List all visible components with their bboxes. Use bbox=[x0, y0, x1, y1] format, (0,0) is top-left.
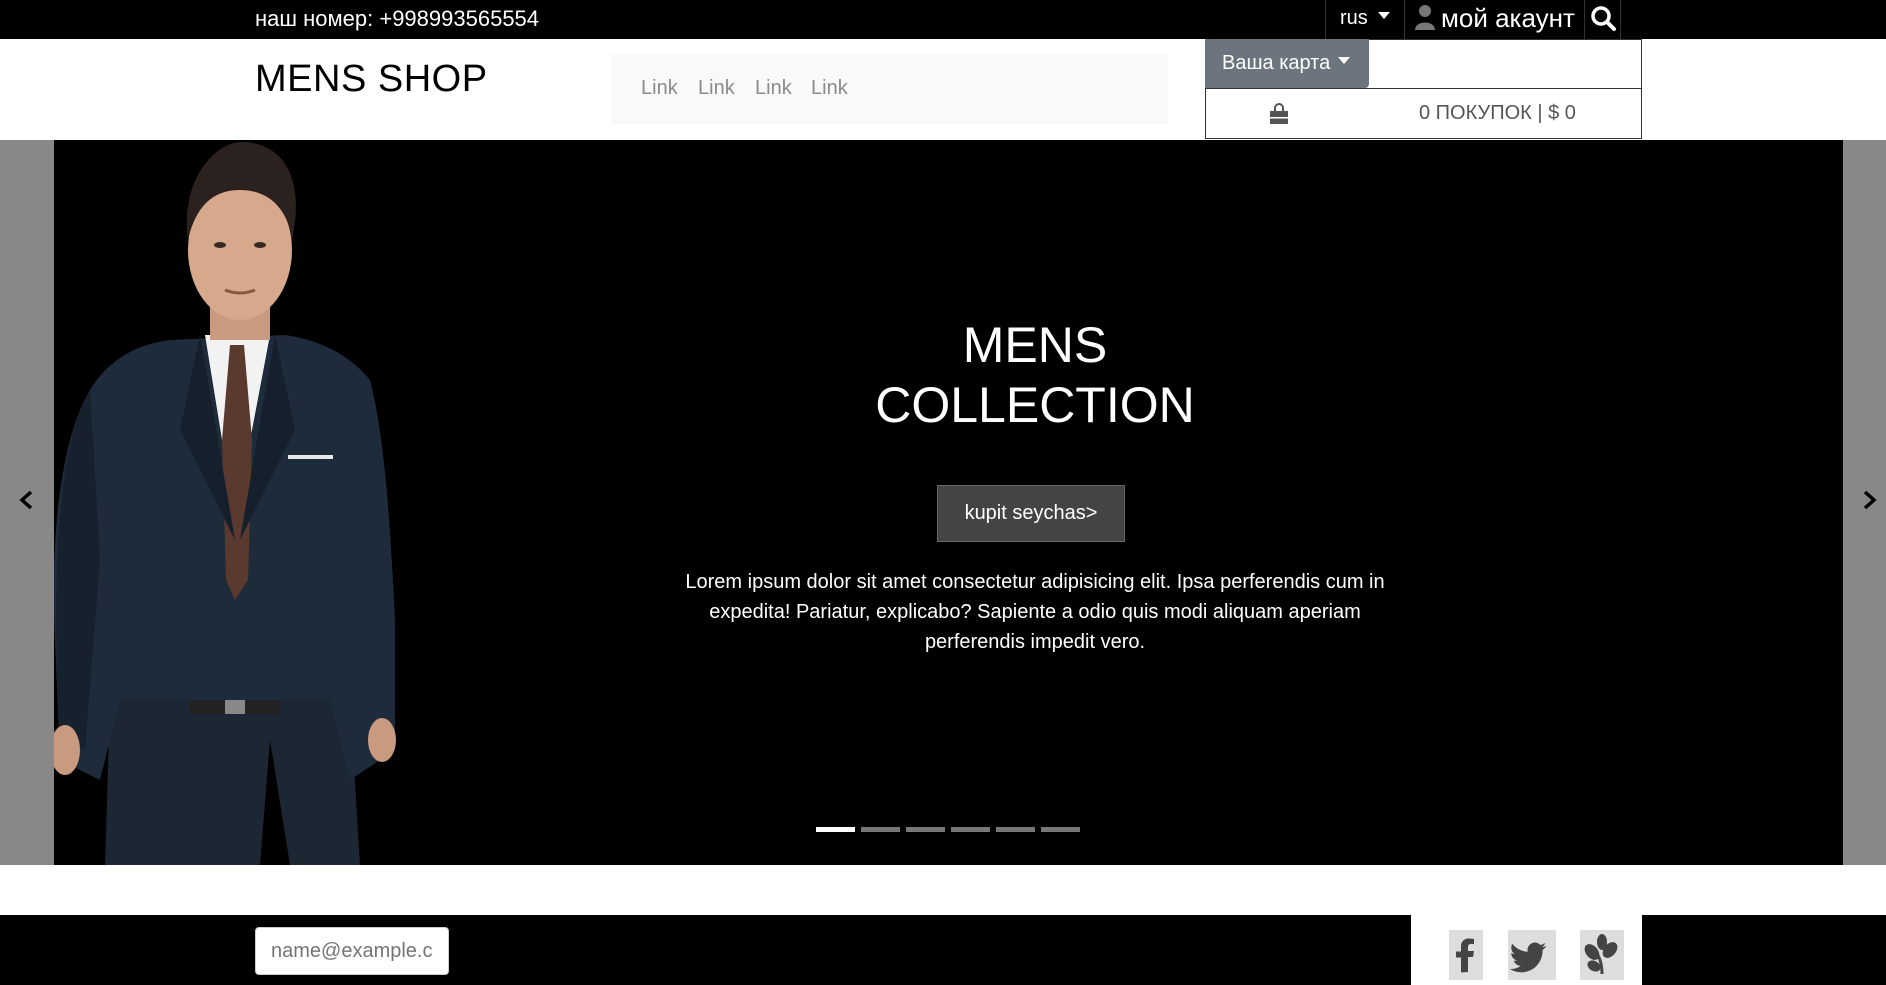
search-button[interactable] bbox=[1585, 0, 1621, 39]
carousel-indicator[interactable] bbox=[816, 827, 855, 832]
hero-title: MENS COLLECTION bbox=[590, 315, 1480, 435]
language-dropdown[interactable]: rus bbox=[1325, 0, 1405, 39]
carousel-slide: MENS COLLECTION kupit seychas> Lorem ips… bbox=[54, 140, 1843, 865]
carousel-indicator[interactable] bbox=[861, 827, 900, 832]
site-header: MENS SHOP Link Link Link Link Ваша карта… bbox=[0, 39, 1886, 140]
model-image bbox=[54, 141, 396, 865]
hero-title-line2: COLLECTION bbox=[875, 377, 1195, 433]
hero-title-line1: MENS bbox=[962, 317, 1108, 373]
carousel-indicator[interactable] bbox=[996, 827, 1035, 832]
top-bar: наш номер: +998993565554 rus мой акаунт bbox=[0, 0, 1886, 39]
cart-summary[interactable]: 0 ПОКУПОК | $ 0 bbox=[1419, 100, 1576, 126]
caret-down-icon bbox=[1338, 57, 1351, 65]
site-logo[interactable]: MENS SHOP bbox=[255, 57, 488, 101]
carousel-indicator[interactable] bbox=[951, 827, 990, 832]
chevron-right-icon[interactable] bbox=[1859, 490, 1879, 510]
cart-divider bbox=[1206, 88, 1641, 89]
chevron-left-icon[interactable] bbox=[17, 490, 37, 510]
user-icon bbox=[1415, 5, 1435, 31]
main-nav: Link Link Link Link bbox=[611, 54, 1168, 124]
shopping-bag-icon bbox=[1270, 103, 1288, 124]
carousel-indicator[interactable] bbox=[906, 827, 945, 832]
leaf-button[interactable] bbox=[1580, 930, 1624, 980]
cart-button-label: Ваша карта bbox=[1222, 52, 1331, 74]
search-icon bbox=[1591, 6, 1616, 31]
phone-number: наш номер: +998993565554 bbox=[255, 6, 540, 31]
carousel-indicator[interactable] bbox=[1041, 827, 1080, 832]
account-label: мой акаунт bbox=[1441, 3, 1575, 33]
social-links bbox=[1411, 915, 1642, 985]
cart-dropdown-button[interactable]: Ваша карта bbox=[1205, 39, 1369, 88]
site-footer bbox=[0, 915, 1886, 985]
nav-link-4[interactable]: Link bbox=[811, 76, 848, 100]
language-label: rus bbox=[1340, 7, 1368, 29]
account-link[interactable]: мой акаунт bbox=[1405, 0, 1585, 39]
cart-panel: Ваша карта 0 ПОКУПОК | $ 0 bbox=[1205, 39, 1642, 139]
caret-down-icon bbox=[1377, 12, 1390, 20]
facebook-icon bbox=[1456, 938, 1474, 973]
nav-link-1[interactable]: Link bbox=[641, 76, 678, 100]
nav-link-3[interactable]: Link bbox=[755, 76, 792, 100]
buy-now-button[interactable]: kupit seychas> bbox=[937, 485, 1125, 542]
leaf-icon bbox=[1584, 934, 1618, 975]
hero-description: Lorem ipsum dolor sit amet consectetur a… bbox=[685, 571, 1385, 653]
facebook-button[interactable] bbox=[1449, 930, 1483, 980]
nav-link-2[interactable]: Link bbox=[698, 76, 735, 100]
email-input[interactable] bbox=[255, 927, 449, 975]
twitter-icon bbox=[1509, 942, 1547, 973]
footer-left bbox=[0, 915, 1411, 985]
hero-carousel: MENS COLLECTION kupit seychas> Lorem ips… bbox=[0, 140, 1886, 865]
footer-right bbox=[1642, 915, 1886, 985]
twitter-button[interactable] bbox=[1508, 930, 1556, 980]
